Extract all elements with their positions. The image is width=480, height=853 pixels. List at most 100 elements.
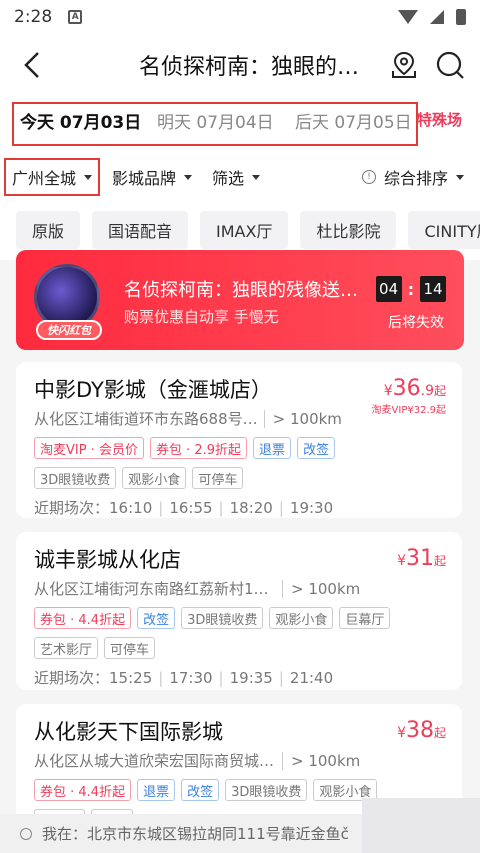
showtimes-label: 近期场次： (34, 669, 110, 687)
date-tab-today[interactable]: 今天 07月03日 (20, 108, 141, 133)
showtimes-row: 近期场次：15:25 | 17:30 | 19:35 | 21:40 (34, 669, 334, 687)
caret-down-icon (84, 174, 93, 180)
price-main: 38 (405, 718, 434, 743)
timer-seconds: 14 (420, 276, 446, 302)
cinema-price: ¥31起 (397, 546, 446, 571)
cinema-address: 从化区江埔街河东南路红荔新村16幢 (34, 580, 276, 598)
showtime: 19:35 (229, 669, 273, 687)
cinema-distance: > 100km (263, 409, 342, 428)
cinema-address: 从化区从城大道欣荣宏国际商贸城三… (34, 752, 276, 770)
caret-down-icon (184, 174, 193, 180)
tag: 改签 (137, 607, 176, 629)
tag: 观影小食 (269, 607, 334, 629)
price-main: 31 (405, 546, 434, 571)
status-icons (398, 9, 466, 25)
status-time: 2:28 (14, 7, 53, 27)
tag: 券包 · 4.4折起 (34, 779, 132, 801)
caret-down-icon (252, 174, 261, 180)
cinema-address: 从化区江埔街道环市东路688号… (34, 410, 258, 428)
cinema-distance: > 100km (282, 751, 360, 770)
showtime: 17:30 (169, 669, 213, 687)
wifi-icon (398, 10, 418, 24)
battery-icon (456, 9, 466, 25)
price-currency: ¥ (397, 553, 406, 569)
countdown-timer: 04 : 14 (375, 276, 446, 302)
vip-price: 淘麦VIP¥32.9起 (371, 405, 446, 416)
tag: 3D眼镜收费 (225, 779, 308, 801)
tag: 退票 (137, 779, 176, 801)
chip-dolby[interactable]: 杜比影院 (300, 211, 397, 249)
back-button[interactable] (14, 47, 50, 83)
promo-banner[interactable]: 快闪红包 名侦探柯南：独眼的残像送… 购票优惠自动享 手慢无 04 : 14 后… (16, 250, 464, 350)
price-currency: ¥ (397, 725, 406, 741)
promo-title: 名侦探柯南：独眼的残像送… (124, 280, 358, 301)
date-tab-day-after[interactable]: 后天 07月05日 (295, 108, 412, 133)
brand-filter[interactable]: 影城品牌 (112, 165, 193, 189)
showtime: 15:25 (109, 669, 153, 687)
cinema-card[interactable]: 中影DY影城（金滙城店） ¥36.9起 淘麦VIP¥32.9起 从化区江埔街道环… (16, 362, 462, 518)
showtime: 18:20 (229, 499, 273, 517)
city-filter[interactable]: 广州全城 (12, 165, 93, 189)
showtimes-row: 近期场次：16:10 | 16:55 | 18:20 | 19:30 (34, 499, 334, 517)
chip-original[interactable]: 原版 (16, 211, 81, 249)
chip-imax[interactable]: IMAX厅 (200, 211, 289, 249)
tag: 可停车 (192, 467, 244, 489)
tag: 改签 (181, 779, 220, 801)
cinema-tags: 艺术影厅 可停车 (34, 637, 444, 659)
tag: 券包 · 2.9折起 (149, 437, 248, 459)
status-bar: 2:28 A (0, 0, 480, 34)
info-icon: ! (362, 170, 376, 184)
map-pin-icon (392, 51, 416, 78)
refresh-location-icon (20, 827, 32, 840)
price-suffix: 起 (433, 554, 446, 568)
special-screening-tab[interactable]: 特殊场 (417, 109, 462, 130)
tag: 淘麦VIP · 会员价 (34, 437, 144, 459)
tag: 3D眼镜收费 (34, 467, 117, 489)
search-icon (436, 51, 464, 79)
chip-mandarin-dub[interactable]: 国语配音 (92, 211, 189, 249)
current-location: 我在：北京市东城区锡拉胡同111号靠近金鱼č (42, 825, 349, 843)
tag: 可停车 (104, 637, 156, 659)
price-currency: ¥ (383, 383, 393, 399)
cinema-tags: 券包 · 4.4折起 改签 3D眼镜收费 观影小食 巨幕厅 (34, 607, 444, 629)
price-suffix: 起 (433, 384, 446, 398)
cinema-name: 诚丰影城从化店 (34, 548, 181, 572)
cinema-address-row: 从化区江埔街河东南路红荔新村16幢 > 100km (34, 578, 444, 599)
cinema-distance: > 100km (282, 579, 360, 598)
cinema-address-row: 从化区从城大道欣荣宏国际商贸城三… > 100km (34, 750, 444, 771)
cinema-price: ¥38起 (397, 718, 446, 743)
showtime: 19:30 (289, 499, 334, 517)
showtime: 21:40 (289, 669, 334, 687)
nav-bar: 名侦探柯南：独眼的… (0, 34, 480, 96)
tag: 艺术影厅 (34, 637, 99, 659)
sort-filter[interactable]: ! 综合排序 (362, 165, 465, 189)
search-button[interactable] (434, 49, 466, 81)
promo-badge: 快闪红包 (36, 320, 102, 340)
cinema-tags: 3D眼镜收费 观影小食 可停车 (34, 467, 444, 489)
page-title: 名侦探柯南：独眼的… (138, 55, 359, 80)
tag: 3D眼镜收费 (181, 607, 264, 629)
price-decimal: .9 (420, 383, 434, 399)
price-suffix: 起 (433, 726, 446, 740)
city-filter-label: 广州全城 (12, 169, 77, 188)
signal-icon (430, 10, 444, 24)
map-location-button[interactable] (388, 49, 420, 81)
cinema-price: ¥36.9起 淘麦VIP¥32.9起 (372, 376, 446, 416)
promo-subtitle: 购票优惠自动享 手慢无 (124, 308, 279, 326)
cinema-name: 从化影天下国际影城 (34, 720, 223, 744)
showtime: 16:55 (169, 499, 213, 517)
chip-cinity[interactable]: CINITY厅 (408, 211, 480, 249)
sort-filter-label: 综合排序 (384, 169, 449, 188)
nav-actions (388, 49, 466, 81)
screen-filter[interactable]: 筛选 (212, 165, 261, 189)
floating-overlay (362, 798, 480, 853)
cinema-card[interactable]: 诚丰影城从化店 ¥31起 从化区江埔街河东南路红荔新村16幢 > 100km 券… (16, 532, 462, 690)
date-tabs: 今天 07月03日 明天 07月04日 后天 07月05日 特殊场 (0, 96, 480, 152)
tag: 退票 (253, 437, 292, 459)
tag: 改签 (297, 437, 336, 459)
date-tab-tomorrow[interactable]: 明天 07月04日 (157, 108, 274, 133)
timer-minutes: 04 (375, 276, 402, 302)
notification-icon: A (68, 10, 83, 24)
cinema-tags: 淘麦VIP · 会员价 券包 · 2.9折起 退票 改签 (34, 437, 444, 459)
tag: 观影小食 (122, 467, 187, 489)
